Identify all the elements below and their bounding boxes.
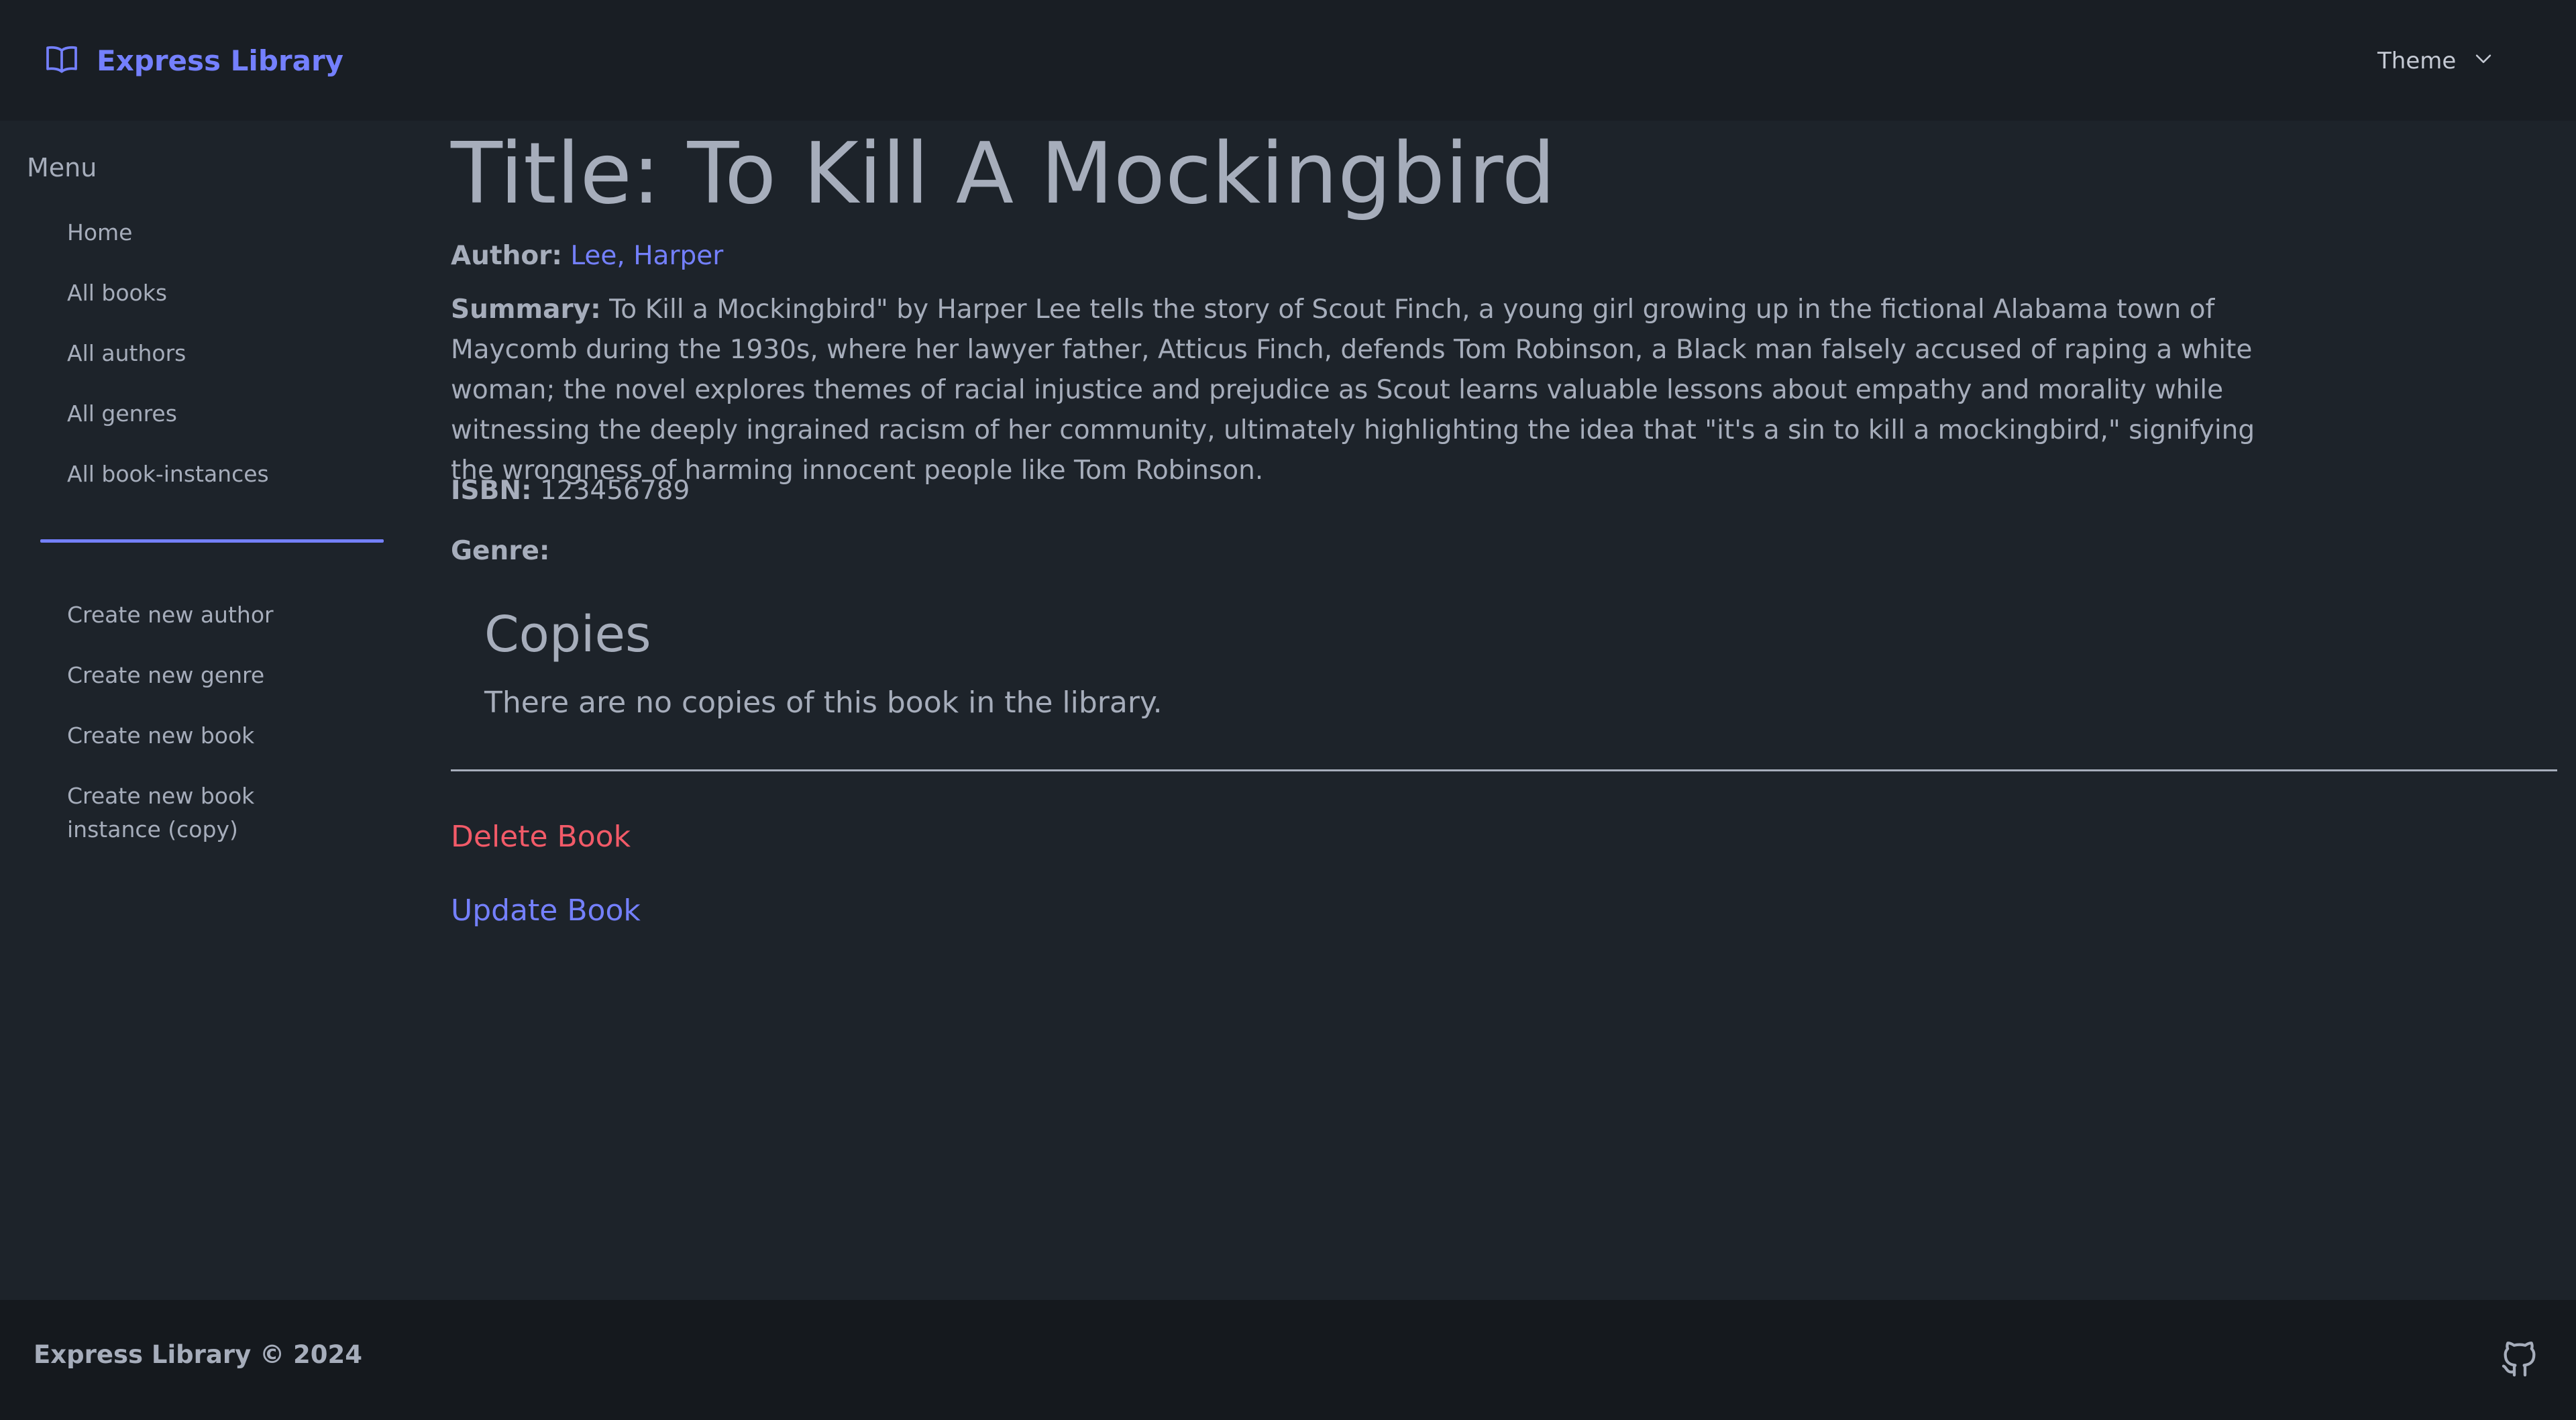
isbn-value: 123456789 — [539, 476, 690, 506]
brand-name: Express Library — [97, 44, 344, 77]
sidebar-item-create-genre[interactable]: Create new genre — [67, 659, 264, 692]
genre-label: Genre: — [451, 536, 550, 566]
sidebar-item-create-book[interactable]: Create new book — [67, 719, 254, 753]
sidebar-item-home[interactable]: Home — [67, 216, 132, 250]
book-open-icon — [43, 40, 80, 80]
copies-heading: Copies — [484, 606, 651, 663]
isbn-field: ISBN: 123456789 — [451, 471, 690, 511]
sidebar-item-all-authors[interactable]: All authors — [67, 337, 186, 370]
brand-link[interactable]: Express Library — [43, 39, 343, 82]
author-field: Author: Lee, Harper — [451, 236, 723, 276]
summary-field: Summary: To Kill a Mockingbird" by Harpe… — [451, 290, 2275, 491]
isbn-label: ISBN: — [451, 476, 532, 506]
author-label: Author: — [451, 241, 562, 271]
footer: Express Library © 2024 — [0, 1300, 2576, 1420]
menu-divider — [40, 539, 384, 543]
copies-section: Copies There are no copies of this book … — [484, 601, 1163, 723]
github-icon[interactable] — [2498, 1337, 2541, 1380]
delete-book-link[interactable]: Delete Book — [451, 817, 631, 857]
top-navbar: Express Library Theme — [0, 0, 2576, 121]
sidebar: Menu Home All books All authors All genr… — [0, 121, 402, 1300]
copies-empty-message: There are no copies of this book in the … — [484, 686, 1163, 720]
menu-title: Menu — [27, 153, 97, 182]
theme-label: Theme — [2377, 48, 2457, 74]
sidebar-item-all-genres[interactable]: All genres — [67, 397, 177, 431]
chevron-down-icon — [2472, 47, 2495, 76]
summary-text: To Kill a Mockingbird" by Harper Lee tel… — [451, 294, 2255, 486]
footer-copyright: Express Library © 2024 — [34, 1340, 362, 1369]
sidebar-item-create-book-instance[interactable]: Create new book instance (copy) — [67, 779, 349, 846]
page-title: Title: To Kill A Mockingbird — [451, 124, 1556, 223]
summary-label: Summary: — [451, 294, 601, 325]
content-divider — [451, 769, 2557, 771]
author-link[interactable]: Lee, Harper — [570, 241, 723, 271]
update-book-link[interactable]: Update Book — [451, 891, 641, 931]
theme-dropdown[interactable]: Theme — [2377, 42, 2495, 80]
sidebar-item-create-author[interactable]: Create new author — [67, 598, 274, 632]
main-content: Title: To Kill A Mockingbird Author: Lee… — [451, 121, 2557, 1300]
genre-field: Genre: — [451, 531, 550, 571]
sidebar-item-all-book-instances[interactable]: All book-instances — [67, 457, 269, 491]
sidebar-item-all-books[interactable]: All books — [67, 276, 167, 310]
